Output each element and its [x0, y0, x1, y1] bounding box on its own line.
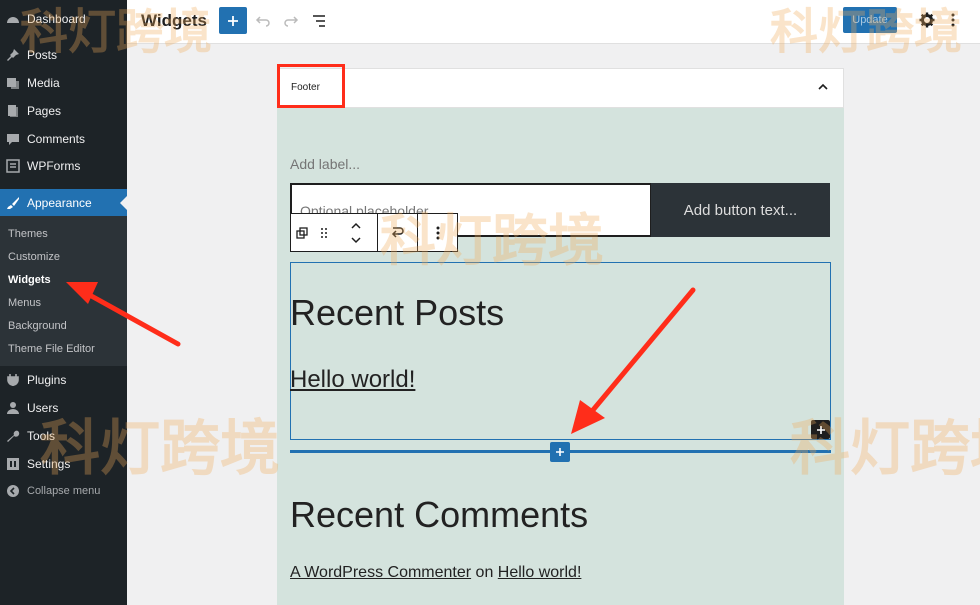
- drag-handle-icon: [321, 227, 327, 238]
- editor-header: Widgets Update: [127, 0, 980, 44]
- move-up-down-button[interactable]: [335, 214, 377, 251]
- submenu-widgets[interactable]: Widgets: [8, 274, 51, 286]
- gear-icon: [919, 12, 935, 28]
- undo-button[interactable]: [253, 11, 273, 31]
- search-button[interactable]: Add button text...: [651, 183, 830, 237]
- block-options-button[interactable]: [418, 214, 457, 251]
- search-label-placeholder[interactable]: Add label...: [290, 156, 360, 172]
- menu-users[interactable]: Users: [0, 394, 127, 422]
- update-button[interactable]: Update: [843, 7, 897, 33]
- menu-label: Comments: [27, 132, 86, 146]
- chevron-updown-icon: [351, 222, 361, 243]
- recent-posts-heading: Recent Posts: [290, 292, 505, 333]
- comment-icon: [5, 131, 21, 147]
- comment-on-text: on: [475, 564, 494, 581]
- menu-tools[interactable]: Tools: [0, 422, 127, 450]
- copy-icon: [296, 226, 308, 239]
- menu-plugins[interactable]: Plugins: [0, 366, 127, 394]
- collapse-area-button[interactable]: [817, 80, 829, 98]
- collapse-icon: [5, 483, 21, 499]
- options-button[interactable]: [945, 10, 961, 30]
- submenu-menus[interactable]: Menus: [8, 297, 41, 309]
- menu-dashboard[interactable]: Dashboard: [0, 5, 127, 33]
- toolbar-group-options: [418, 214, 457, 251]
- menu-appearance[interactable]: Appearance: [0, 189, 127, 217]
- menu-comments[interactable]: Comments: [0, 125, 127, 153]
- block-type-button[interactable]: [291, 214, 313, 251]
- plugin-icon: [5, 372, 21, 388]
- drag-handle[interactable]: [313, 214, 335, 251]
- chevron-up-icon: [818, 83, 828, 90]
- block-inserter-button[interactable]: [219, 7, 247, 34]
- submenu-background[interactable]: Background: [8, 320, 67, 332]
- media-icon: [5, 75, 21, 91]
- submenu-themes[interactable]: Themes: [8, 228, 48, 240]
- list-view-button[interactable]: [309, 11, 329, 31]
- menu-label: Pages: [27, 104, 62, 118]
- recent-comment-item: A WordPress Commenter on Hello world!: [290, 564, 581, 582]
- collapse-menu[interactable]: Collapse menu: [0, 477, 127, 505]
- menu-media[interactable]: Media: [0, 69, 127, 97]
- settings-icon: [5, 456, 21, 472]
- annotation-highlight-box: [277, 64, 345, 108]
- appearance-submenu: Themes Customize Widgets Menus Backgroun…: [0, 216, 127, 366]
- undo-icon: [255, 16, 270, 27]
- recent-post-link[interactable]: Hello world!: [290, 366, 415, 394]
- menu-label: Dashboard: [27, 12, 86, 26]
- pages-icon: [5, 103, 21, 119]
- menu-label: Media: [27, 76, 60, 90]
- menu-label: Plugins: [27, 373, 67, 387]
- settings-button[interactable]: [917, 10, 937, 30]
- more-vertical-icon: [436, 226, 439, 239]
- menu-label: Tools: [27, 429, 56, 443]
- link-button[interactable]: [378, 214, 417, 251]
- plus-icon: [816, 425, 825, 434]
- toolbar-group-redirect: [378, 214, 418, 251]
- more-vertical-icon: [951, 13, 955, 27]
- menu-label: Posts: [27, 48, 58, 62]
- menu-label: Settings: [27, 457, 71, 471]
- widget-area-header[interactable]: Footer: [277, 68, 844, 108]
- dashboard-icon: [5, 11, 21, 27]
- block-toolbar: [290, 213, 458, 252]
- submenu-customize[interactable]: Customize: [8, 251, 60, 263]
- redirect-icon: [391, 226, 404, 238]
- recent-comments-heading: Recent Comments: [290, 494, 589, 535]
- menu-wpforms[interactable]: WPForms: [0, 152, 127, 180]
- menu-label: Appearance: [27, 196, 92, 210]
- menu-posts[interactable]: Posts: [0, 41, 127, 69]
- plus-icon: [228, 15, 238, 26]
- menu-settings[interactable]: Settings: [0, 450, 127, 478]
- active-indicator: [120, 196, 127, 210]
- users-icon: [5, 400, 21, 416]
- recent-posts-block[interactable]: [290, 262, 831, 440]
- redo-icon: [284, 16, 299, 27]
- insertion-point-button[interactable]: [550, 442, 570, 462]
- wrench-icon: [5, 428, 21, 444]
- menu-label: WPForms: [27, 159, 81, 173]
- toolbar-group-transform: [291, 214, 378, 251]
- forms-icon: [5, 158, 21, 174]
- menu-pages[interactable]: Pages: [0, 97, 127, 125]
- brush-icon: [5, 195, 21, 211]
- page-title: Widgets: [141, 11, 207, 30]
- menu-label: Users: [27, 401, 59, 415]
- comment-author-link[interactable]: A WordPress Commenter: [290, 564, 471, 581]
- admin-sidebar: Dashboard Posts Media Pages Comments WPF…: [0, 0, 127, 605]
- submenu-theme-file-editor[interactable]: Theme File Editor: [8, 343, 95, 355]
- pin-icon: [5, 47, 21, 63]
- menu-label: Collapse menu: [27, 485, 101, 497]
- plus-icon: [556, 448, 564, 456]
- list-view-icon: [313, 15, 325, 27]
- redo-button[interactable]: [281, 11, 301, 31]
- comment-post-link[interactable]: Hello world!: [498, 564, 582, 581]
- block-append-button[interactable]: [811, 420, 830, 439]
